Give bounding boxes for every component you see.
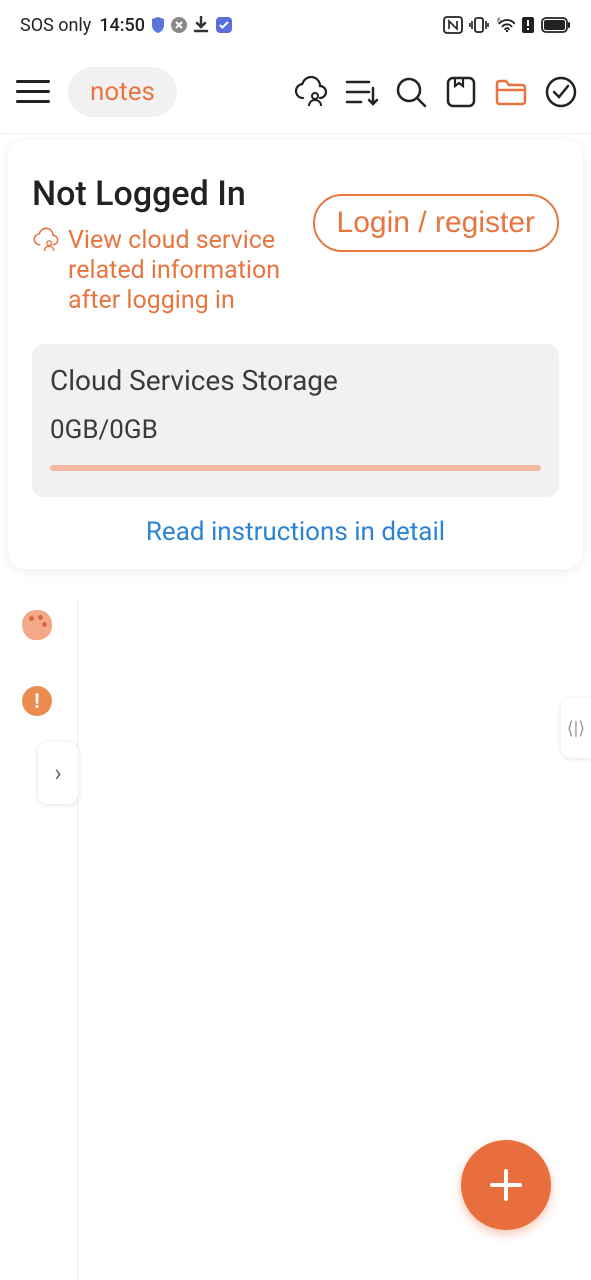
- collapse-handle[interactable]: ⟨|⟩: [561, 698, 591, 758]
- status-time: 14:50: [99, 15, 145, 36]
- add-note-fab[interactable]: [461, 1140, 551, 1230]
- palette-icon[interactable]: [22, 610, 52, 640]
- sort-icon[interactable]: [343, 74, 379, 110]
- check-badge-icon: [215, 16, 233, 34]
- wifi-icon: 6: [495, 17, 515, 33]
- battery-icon: [541, 17, 571, 33]
- alert-card-icon: [521, 16, 535, 34]
- login-register-button[interactable]: Login / register: [313, 194, 559, 252]
- storage-box: Cloud Services Storage 0GB/0GB: [32, 344, 559, 497]
- cloud-user-icon[interactable]: [293, 74, 329, 110]
- cloud-small-icon: [32, 226, 60, 258]
- login-status-title: Not Logged In: [32, 174, 303, 214]
- status-left: SOS only 14:50: [20, 15, 233, 36]
- network-status: SOS only: [20, 15, 91, 36]
- close-circle-icon: [171, 17, 187, 33]
- folder-icon[interactable]: [493, 74, 529, 110]
- toolbar-icons: [293, 74, 579, 110]
- alert-icon[interactable]: !: [22, 686, 52, 716]
- download-icon: [193, 16, 209, 34]
- search-icon[interactable]: [393, 74, 429, 110]
- storage-value: 0GB/0GB: [50, 415, 541, 445]
- note-icon[interactable]: [443, 74, 479, 110]
- status-bar: SOS only 14:50 6: [0, 0, 591, 50]
- login-subtitle: View cloud service related information a…: [68, 226, 298, 316]
- menu-button[interactable]: [12, 71, 54, 113]
- read-instructions-link[interactable]: Read instructions in detail: [32, 517, 559, 547]
- cloud-card: Not Logged In View cloud service related…: [8, 140, 583, 569]
- check-circle-icon[interactable]: [543, 74, 579, 110]
- shield-icon: [151, 17, 165, 33]
- status-right: 6: [443, 16, 571, 34]
- nfc-icon: [443, 16, 463, 34]
- side-rail: !: [0, 598, 78, 1280]
- storage-title: Cloud Services Storage: [50, 364, 541, 397]
- expand-rail-button[interactable]: ›: [38, 742, 78, 804]
- storage-progress-bar: [50, 465, 541, 471]
- notes-tab[interactable]: notes: [68, 67, 177, 117]
- vibrate-icon: [469, 16, 489, 34]
- app-toolbar: notes: [0, 50, 591, 134]
